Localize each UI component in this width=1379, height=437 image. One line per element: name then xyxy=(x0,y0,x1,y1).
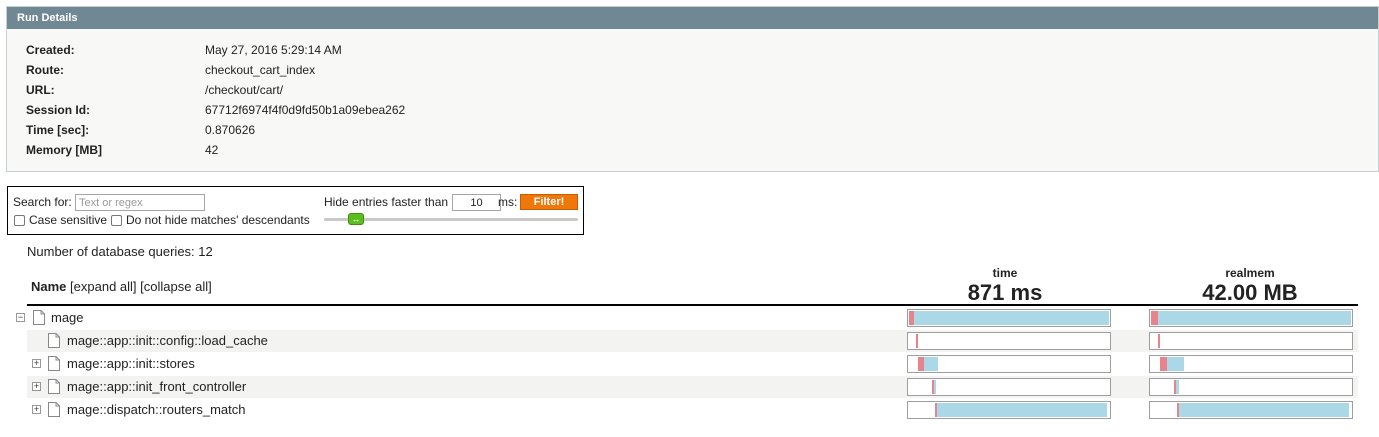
memory-bar xyxy=(1149,401,1353,419)
filter-button[interactable]: Filter! xyxy=(520,194,578,210)
no-hide-descendants-label: Do not hide matches' descendants xyxy=(126,213,310,227)
memory-bar xyxy=(1149,332,1353,350)
search-label: Search for: xyxy=(13,195,72,209)
run-details-title: Run Details xyxy=(7,7,1378,29)
table-row[interactable]: + mage::dispatch::routers_match xyxy=(27,399,1358,421)
run-detail-label: URL: xyxy=(26,83,55,97)
time-self-bar xyxy=(909,311,914,325)
collapse-all-link[interactable]: [collapse all] xyxy=(140,279,212,294)
realmem-total: 42.00 MB xyxy=(1202,280,1298,305)
time-total-bar xyxy=(935,403,1107,417)
time-bar xyxy=(907,309,1111,327)
table-row[interactable]: + mage::app::init::stores xyxy=(27,353,1358,375)
run-details-panel: Run Details Created: May 27, 2016 5:29:1… xyxy=(6,6,1379,172)
run-detail-label: Route: xyxy=(26,63,64,77)
plus-box-icon[interactable]: + xyxy=(32,405,41,414)
memory-bar xyxy=(1149,309,1353,327)
run-detail-label: Created: xyxy=(26,43,75,57)
name-header-label: Name xyxy=(31,279,67,294)
time-self-bar xyxy=(918,357,924,371)
run-detail-value: checkout_cart_index xyxy=(205,63,316,77)
threshold-ms-input[interactable] xyxy=(452,194,501,211)
run-detail-label: Memory [MB] xyxy=(26,143,103,157)
run-detail-value: 42 xyxy=(205,143,219,157)
resize-horizontal-icon[interactable]: ↔ xyxy=(348,213,364,225)
db-query-count: Number of database queries: 12 xyxy=(27,244,213,259)
table-row[interactable]: − mage xyxy=(16,307,1358,329)
memory-self-bar xyxy=(1160,357,1167,371)
memory-total-bar xyxy=(1177,403,1349,417)
time-self-bar xyxy=(916,334,918,348)
file-icon xyxy=(48,333,60,348)
time-bar xyxy=(907,378,1111,396)
memory-bar xyxy=(1149,355,1353,373)
run-detail-label: Session Id: xyxy=(26,103,91,117)
memory-bar xyxy=(1149,378,1353,396)
time-self-bar xyxy=(935,403,937,417)
row-label: mage::app::init::config::load_cache xyxy=(67,333,268,348)
case-sensitive-label: Case sensitive xyxy=(29,213,108,227)
memory-self-bar xyxy=(1174,380,1176,394)
file-icon xyxy=(48,379,60,394)
run-detail-value: 67712f6974f4f0d9fd50b1a09ebea262 xyxy=(205,103,406,117)
file-icon xyxy=(48,402,60,417)
memory-total-bar xyxy=(1151,311,1351,325)
memory-self-bar xyxy=(1177,403,1179,417)
file-icon xyxy=(33,310,45,325)
table-row[interactable]: + mage::app::init_front_controller xyxy=(27,376,1358,398)
time-column-header: time xyxy=(992,266,1018,280)
plus-box-icon[interactable]: + xyxy=(32,382,41,391)
ms-label: ms: xyxy=(498,195,518,209)
plus-box-icon[interactable]: + xyxy=(32,359,41,368)
run-detail-value: 0.870626 xyxy=(205,123,256,137)
header-divider xyxy=(27,304,1358,306)
minus-box-icon[interactable]: − xyxy=(16,313,25,322)
time-self-bar xyxy=(932,380,934,394)
file-icon xyxy=(48,356,60,371)
memory-self-bar xyxy=(1158,334,1160,348)
search-input[interactable] xyxy=(75,194,205,211)
row-label: mage::dispatch::routers_match xyxy=(67,402,246,417)
realmem-column-header: realmem xyxy=(1225,266,1275,280)
time-total-bar xyxy=(909,311,1109,325)
run-detail-label: Time [sec]: xyxy=(26,123,90,137)
time-bar xyxy=(907,332,1111,350)
time-bar xyxy=(907,355,1111,373)
case-sensitive-checkbox[interactable] xyxy=(14,215,25,226)
memory-self-bar xyxy=(1151,311,1158,325)
no-hide-descendants-checkbox[interactable] xyxy=(111,215,122,226)
run-detail-value: May 27, 2016 5:29:14 AM xyxy=(205,43,342,57)
expand-all-link[interactable]: [expand all] xyxy=(70,279,137,294)
time-total: 871 ms xyxy=(967,280,1043,305)
run-detail-value: /checkout/cart/ xyxy=(205,83,284,97)
table-row[interactable]: mage::app::init::config::load_cache xyxy=(27,330,1358,352)
time-bar xyxy=(907,401,1111,419)
row-label: mage xyxy=(51,310,84,325)
filter-panel: Search for: Case sensitive Do not hide m… xyxy=(7,186,584,235)
hide-entries-label: Hide entries faster than xyxy=(324,195,449,209)
row-label: mage::app::init::stores xyxy=(67,356,195,371)
name-column-header: Name [expand all] [collapse all] xyxy=(31,279,212,294)
row-label: mage::app::init_front_controller xyxy=(67,379,247,394)
